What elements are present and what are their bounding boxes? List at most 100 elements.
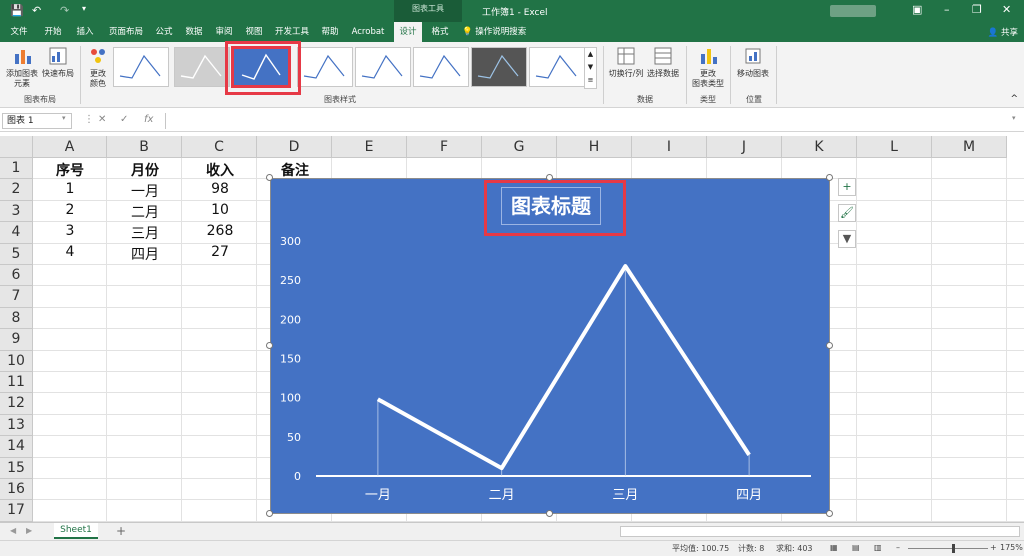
zoom-out-icon[interactable]: – bbox=[896, 543, 900, 552]
prev-sheet-icon[interactable]: ◀ bbox=[10, 526, 16, 535]
enter-icon[interactable]: ✓ bbox=[120, 114, 128, 125]
row-header-5[interactable]: 5 bbox=[0, 243, 33, 265]
chart-style-7[interactable] bbox=[471, 47, 527, 87]
resize-handle-br[interactable] bbox=[826, 510, 833, 517]
share-button[interactable]: 👤 共享 bbox=[988, 26, 1018, 38]
quick-layout-button[interactable]: 快速布局 bbox=[40, 46, 76, 79]
tab-view[interactable]: 视图 bbox=[240, 22, 268, 42]
resize-handle-tr[interactable] bbox=[826, 174, 833, 181]
column-header-g[interactable]: G bbox=[482, 136, 557, 158]
cell-b3[interactable]: 二月 bbox=[108, 202, 182, 222]
column-header-b[interactable]: B bbox=[107, 136, 182, 158]
zoom-slider[interactable] bbox=[908, 548, 988, 549]
cell-a3[interactable]: 2 bbox=[33, 202, 107, 218]
tab-acrobat[interactable]: Acrobat bbox=[348, 22, 388, 42]
formula-input[interactable] bbox=[165, 113, 1020, 129]
tab-insert[interactable]: 插入 bbox=[70, 22, 100, 42]
resize-handle-bl[interactable] bbox=[266, 510, 273, 517]
cell-c5[interactable]: 27 bbox=[183, 244, 257, 260]
column-header-k[interactable]: K bbox=[782, 136, 857, 158]
gallery-scroll[interactable]: ▲ ▼ ≡ bbox=[584, 47, 597, 89]
row-header-7[interactable]: 7 bbox=[0, 286, 33, 308]
tab-formulas[interactable]: 公式 bbox=[150, 22, 178, 42]
gallery-more-icon[interactable]: ≡ bbox=[588, 76, 594, 84]
tab-data[interactable]: 数据 bbox=[180, 22, 208, 42]
column-header-l[interactable]: L bbox=[857, 136, 932, 158]
chart-style-1[interactable] bbox=[113, 47, 169, 87]
chart-styles-button[interactable]: 🖌 bbox=[838, 204, 856, 222]
zoom-slider-thumb[interactable] bbox=[952, 544, 955, 553]
save-icon[interactable]: 💾 bbox=[10, 4, 24, 17]
zoom-in-icon[interactable]: + bbox=[990, 543, 997, 552]
resize-handle-t[interactable] bbox=[546, 174, 553, 181]
row-header-10[interactable]: 10 bbox=[0, 350, 33, 372]
collapse-ribbon-icon[interactable]: ^ bbox=[1010, 94, 1018, 104]
page-layout-view-icon[interactable]: ▤ bbox=[852, 543, 860, 552]
chart-elements-button[interactable]: + bbox=[838, 178, 856, 196]
cancel-icon[interactable]: ✕ bbox=[98, 114, 106, 125]
row-header-17[interactable]: 17 bbox=[0, 500, 33, 522]
sheet-tab-sheet1[interactable]: Sheet1 bbox=[54, 523, 98, 539]
select-all-corner[interactable] bbox=[0, 136, 33, 158]
ribbon-display-icon[interactable]: ▣ bbox=[912, 3, 922, 16]
row-header-13[interactable]: 13 bbox=[0, 414, 33, 437]
redo-icon[interactable]: ↷ bbox=[60, 4, 69, 17]
customize-qat-icon[interactable]: ▾ bbox=[82, 4, 86, 13]
name-box-dropdown-icon[interactable]: ▾ bbox=[62, 114, 66, 122]
resize-handle-b[interactable] bbox=[546, 510, 553, 517]
cell-c2[interactable]: 98 bbox=[183, 181, 257, 197]
expand-formula-bar-icon[interactable]: ▾ bbox=[1012, 114, 1016, 122]
row-header-2[interactable]: 2 bbox=[0, 179, 33, 201]
cell-a5[interactable]: 4 bbox=[33, 244, 107, 260]
select-data-button[interactable]: 选择数据 bbox=[645, 46, 681, 79]
resize-handle-tl[interactable] bbox=[266, 174, 273, 181]
minimize-icon[interactable]: – bbox=[944, 3, 950, 16]
change-chart-type-button[interactable]: 更改 图表类型 bbox=[690, 46, 726, 89]
undo-icon[interactable]: ↶ bbox=[32, 4, 41, 17]
tab-review[interactable]: 审阅 bbox=[210, 22, 238, 42]
row-header-15[interactable]: 15 bbox=[0, 457, 33, 479]
row-header-4[interactable]: 4 bbox=[0, 222, 33, 244]
cell-b1[interactable]: 月份 bbox=[108, 160, 182, 180]
row-header-12[interactable]: 12 bbox=[0, 393, 33, 415]
cell-b4[interactable]: 三月 bbox=[108, 223, 182, 243]
cell-a4[interactable]: 3 bbox=[33, 223, 107, 239]
tab-file[interactable]: 文件 bbox=[4, 22, 34, 42]
add-sheet-icon[interactable]: + bbox=[116, 524, 126, 538]
chart-filters-button[interactable]: ▼ bbox=[838, 230, 856, 248]
cell-c4[interactable]: 268 bbox=[183, 223, 257, 239]
chart-style-4[interactable] bbox=[297, 47, 353, 87]
switch-row-column-button[interactable]: 切换行/列 bbox=[607, 46, 645, 79]
resize-handle-r[interactable] bbox=[826, 342, 833, 349]
column-header-m[interactable]: M bbox=[932, 136, 1007, 158]
column-header-d[interactable]: D bbox=[257, 136, 332, 158]
row-header-16[interactable]: 16 bbox=[0, 479, 33, 501]
tab-format[interactable]: 格式 bbox=[426, 22, 454, 42]
insert-function-icon[interactable]: fx bbox=[144, 114, 153, 125]
chart-style-6[interactable] bbox=[413, 47, 469, 87]
chart-style-8[interactable] bbox=[529, 47, 585, 87]
tab-design[interactable]: 设计 bbox=[394, 22, 422, 42]
row-header-9[interactable]: 9 bbox=[0, 329, 33, 351]
normal-view-icon[interactable]: ▦ bbox=[830, 543, 838, 552]
chart-style-2[interactable] bbox=[174, 47, 230, 87]
column-header-h[interactable]: H bbox=[557, 136, 632, 158]
column-header-j[interactable]: J bbox=[707, 136, 782, 158]
change-colors-button[interactable]: 更改 颜色 bbox=[84, 46, 112, 89]
series-line[interactable] bbox=[376, 264, 751, 471]
row-header-14[interactable]: 14 bbox=[0, 436, 33, 458]
cell-a2[interactable]: 1 bbox=[33, 181, 107, 197]
restore-icon[interactable]: ❐ bbox=[972, 3, 982, 16]
tell-me-search[interactable]: 💡 操作说明搜索 bbox=[462, 22, 542, 42]
column-header-e[interactable]: E bbox=[332, 136, 407, 158]
tab-help[interactable]: 帮助 bbox=[316, 22, 344, 42]
tab-developer[interactable]: 开发工具 bbox=[272, 22, 312, 42]
tab-home[interactable]: 开始 bbox=[38, 22, 68, 42]
page-break-view-icon[interactable]: ▥ bbox=[874, 543, 882, 552]
horizontal-scrollbar[interactable] bbox=[620, 526, 1020, 537]
cell-c3[interactable]: 10 bbox=[183, 202, 257, 218]
account-avatar[interactable] bbox=[830, 5, 876, 17]
cell-b2[interactable]: 一月 bbox=[108, 181, 182, 201]
column-header-f[interactable]: F bbox=[407, 136, 482, 158]
column-header-a[interactable]: A bbox=[33, 136, 107, 158]
